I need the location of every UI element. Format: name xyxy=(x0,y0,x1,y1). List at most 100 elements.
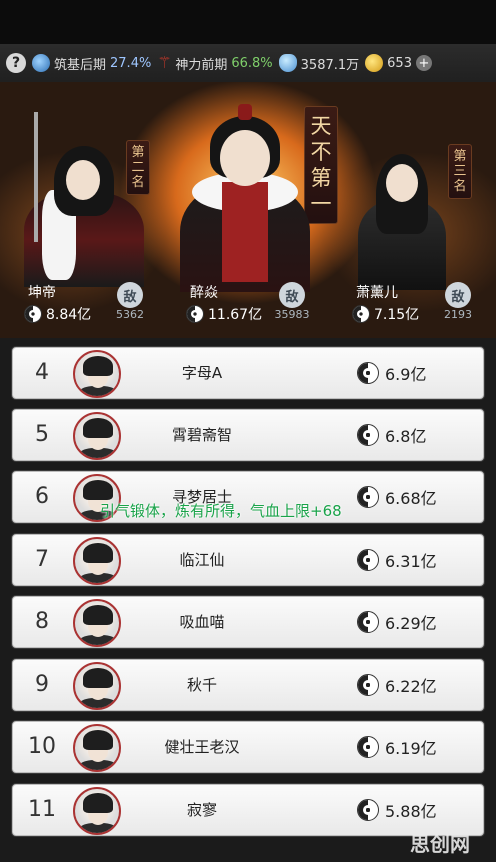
yin-yang-icon xyxy=(186,305,204,323)
avatar[interactable] xyxy=(73,350,121,398)
first-power-value: 11.67亿 xyxy=(208,307,263,323)
first-challenge[interactable]: 敌 35983 xyxy=(274,282,310,321)
trident-icon: ⚚ xyxy=(157,53,172,72)
third-name: 萧薰儿 xyxy=(356,285,398,301)
rank-number: 6 xyxy=(35,484,49,509)
table-row[interactable]: 7 临江仙 6.31亿 xyxy=(12,534,484,586)
coin-stat: 653 + xyxy=(365,54,432,72)
rank-number: 7 xyxy=(35,547,49,572)
challenge-badge[interactable]: 敌 xyxy=(117,282,143,308)
first-place-character[interactable] xyxy=(170,102,320,292)
third-challenge[interactable]: 敌 2193 xyxy=(440,282,476,321)
avatar[interactable] xyxy=(73,412,121,460)
player-name: 寂寥 xyxy=(186,801,217,819)
power-value: 6.68亿 xyxy=(385,489,437,508)
avatar[interactable] xyxy=(73,537,121,585)
ranking-list[interactable]: 4 字母A 6.9亿 5 霄碧斋智 6.8亿 6 寻梦居士 6.68亿 7 临江仙 6.31亿 8 吸血喵… xyxy=(0,338,496,862)
top-black-bar xyxy=(0,0,496,44)
rank-number: 10 xyxy=(28,734,56,759)
coin-count: 653 xyxy=(387,55,412,71)
power-value: 6.29亿 xyxy=(385,614,437,633)
third-place-character[interactable] xyxy=(352,152,452,290)
second-power-value: 8.84亿 xyxy=(46,307,92,323)
avatar[interactable] xyxy=(73,724,121,772)
challenge-badge[interactable]: 敌 xyxy=(279,282,305,308)
spirit-label: 神力前期 xyxy=(175,57,228,73)
second-place-info: 坤帝 8.84亿 敌 5362 xyxy=(12,282,162,330)
player-power: 6.29亿 xyxy=(357,597,437,647)
power-value: 6.22亿 xyxy=(385,677,437,696)
second-power: 8.84亿 xyxy=(24,304,91,324)
yin-yang-icon xyxy=(357,611,379,633)
player-name: 秋千 xyxy=(186,676,217,694)
table-row[interactable]: 4 字母A 6.9亿 xyxy=(12,347,484,399)
rank-number: 4 xyxy=(35,360,49,385)
player-name: 临江仙 xyxy=(179,551,225,569)
sword-icon xyxy=(34,112,38,242)
stone-count: 3587.1万 xyxy=(300,57,360,73)
rank-number: 9 xyxy=(35,672,49,697)
avatar[interactable] xyxy=(73,599,121,647)
yin-yang-icon xyxy=(352,305,370,323)
yin-yang-icon xyxy=(357,549,379,571)
spirit-stat: ⚚ 神力前期 66.8% xyxy=(157,54,272,73)
player-name: 吸血喵 xyxy=(179,613,225,631)
player-power: 6.68亿 xyxy=(357,472,437,522)
yin-yang-icon xyxy=(357,486,379,508)
stone-stat: 3587.1万 xyxy=(278,54,360,73)
player-power: 6.9亿 xyxy=(357,348,426,398)
third-place-info: 萧薰儿 7.15亿 敌 2193 xyxy=(340,282,490,330)
power-value: 6.8亿 xyxy=(385,427,427,446)
first-name: 醉焱 xyxy=(190,285,218,301)
status-bar: ? 筑基后期 27.4% ⚚ 神力前期 66.8% 3587.1万 653 + xyxy=(0,44,496,82)
power-value: 6.19亿 xyxy=(385,739,437,758)
power-value: 5.88亿 xyxy=(385,802,437,821)
realm-label: 筑基后期 xyxy=(54,57,107,73)
power-value: 6.9亿 xyxy=(385,365,427,384)
player-power: 6.8亿 xyxy=(357,410,426,460)
player-name: 字母A xyxy=(181,364,223,382)
player-power: 6.31亿 xyxy=(357,535,437,585)
add-coins-button[interactable]: + xyxy=(415,55,432,71)
first-badge-number: 35983 xyxy=(274,308,310,321)
second-place-character[interactable] xyxy=(14,112,154,287)
yin-yang-icon xyxy=(357,362,379,384)
second-challenge[interactable]: 敌 5362 xyxy=(112,282,148,321)
avatar[interactable] xyxy=(73,787,121,835)
spirit-stone-icon xyxy=(278,54,297,72)
table-row[interactable]: 8 吸血喵 6.29亿 xyxy=(12,596,484,648)
challenge-badge[interactable]: 敌 xyxy=(445,282,471,308)
top-three-podium: 第二名 天不第一 第三名 坤帝 8.84亿 敌 5362 醉焱 11.67亿 敌… xyxy=(0,82,496,338)
realm-percent: 27.4% xyxy=(110,55,152,71)
rank-number: 8 xyxy=(35,609,49,634)
realm-stat: 筑基后期 27.4% xyxy=(32,54,151,73)
player-name: 霄碧斋智 xyxy=(171,426,232,444)
third-badge-number: 2193 xyxy=(444,308,472,321)
yin-yang-icon xyxy=(357,674,379,696)
spirit-percent: 66.8% xyxy=(231,55,273,71)
first-place-info: 醉焱 11.67亿 敌 35983 xyxy=(174,282,324,330)
third-banner-text: 第三名 xyxy=(453,149,467,194)
second-badge-number: 5362 xyxy=(116,308,144,321)
power-value: 6.31亿 xyxy=(385,552,437,571)
cultivation-toast: 引气锻体，炼有所得，气血上限+68 xyxy=(100,502,342,520)
coin-icon xyxy=(365,54,384,72)
first-power: 11.67亿 xyxy=(186,304,262,324)
table-row[interactable]: 9 秋千 6.22亿 xyxy=(12,659,484,711)
player-power: 6.19亿 xyxy=(357,722,437,772)
yin-yang-icon xyxy=(24,305,42,323)
help-button[interactable]: ? xyxy=(6,53,26,73)
realm-icon xyxy=(32,54,50,72)
watermark: 思创网 xyxy=(410,832,470,856)
rank-number: 5 xyxy=(35,422,49,447)
player-name: 健壮王老汉 xyxy=(164,738,240,756)
yin-yang-icon xyxy=(357,424,379,446)
third-power-value: 7.15亿 xyxy=(374,307,420,323)
avatar[interactable] xyxy=(73,662,121,710)
hair-crown-icon xyxy=(238,104,252,120)
player-power: 6.22亿 xyxy=(357,660,437,710)
table-row[interactable]: 5 霄碧斋智 6.8亿 xyxy=(12,409,484,461)
second-name: 坤帝 xyxy=(28,285,56,301)
yin-yang-icon xyxy=(357,736,379,758)
table-row[interactable]: 10 健壮王老汉 6.19亿 xyxy=(12,721,484,773)
